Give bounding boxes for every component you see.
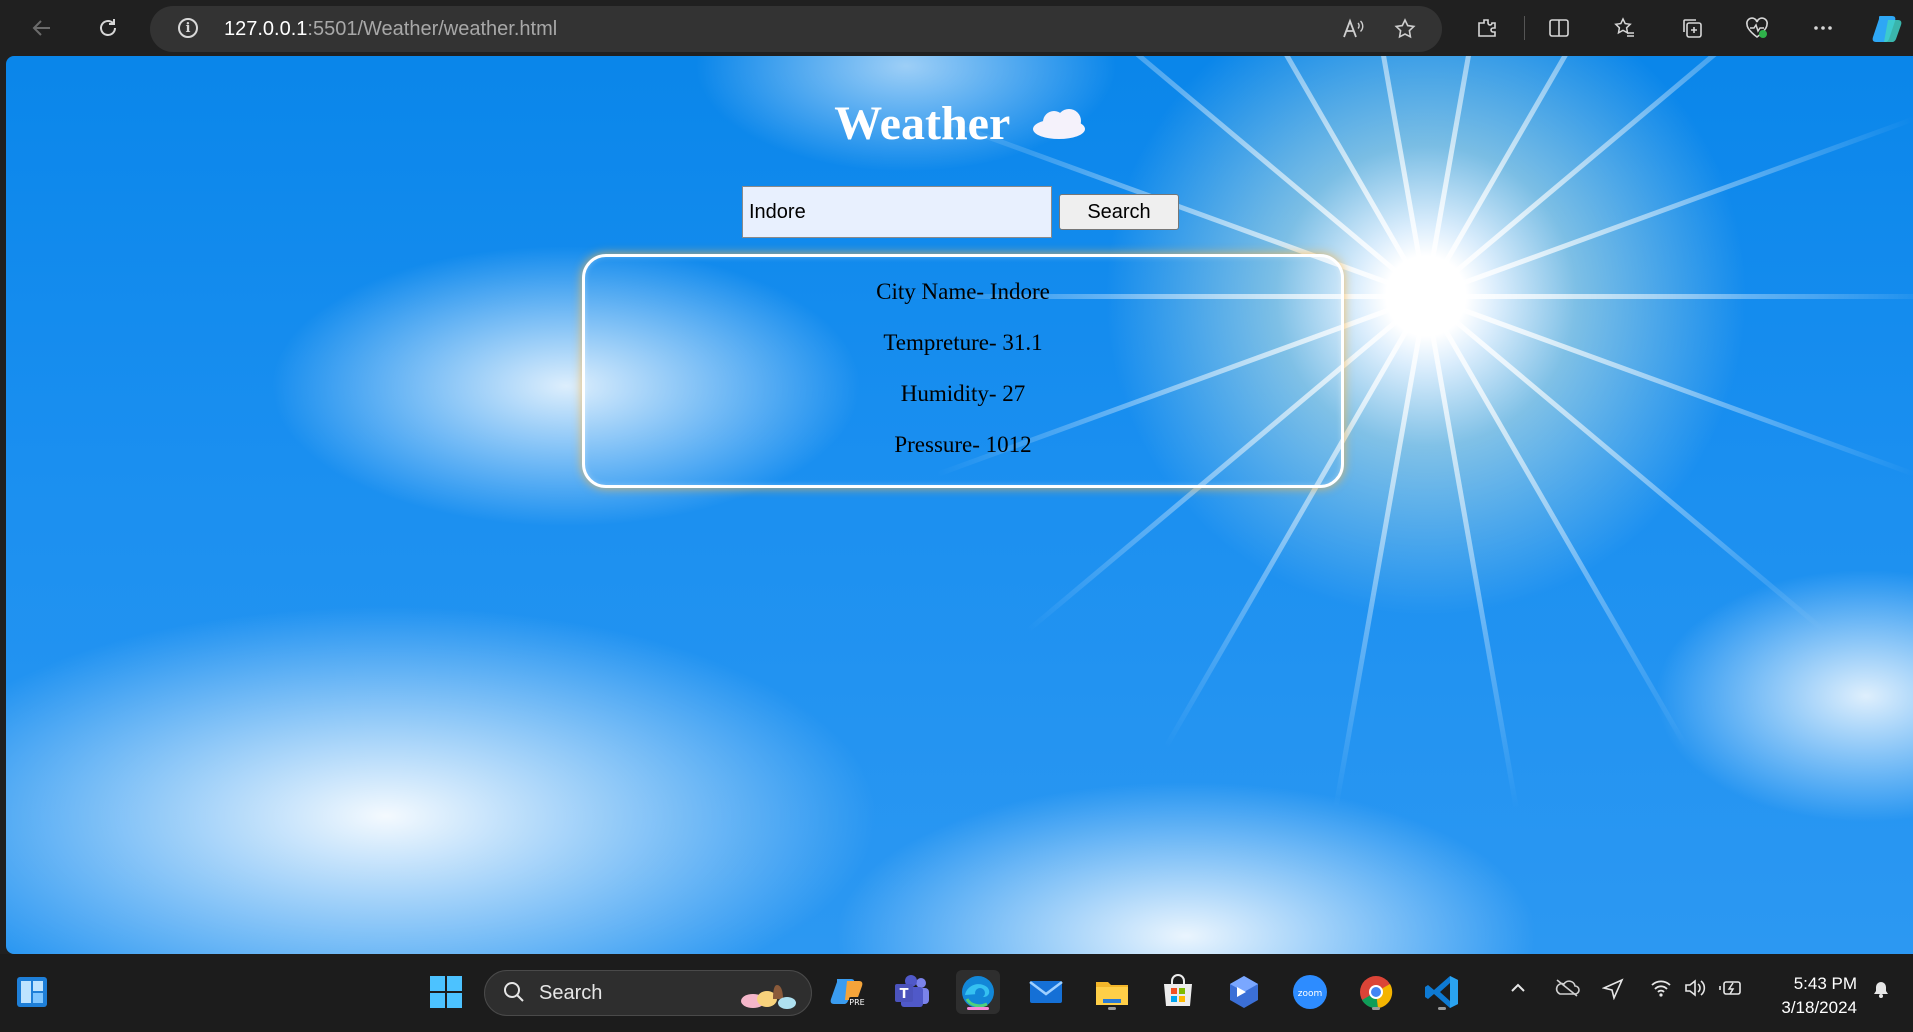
extensions-icon[interactable]	[1472, 13, 1502, 43]
microsoft-store-icon[interactable]	[1156, 970, 1200, 1014]
copilot-icon[interactable]	[1870, 10, 1906, 46]
header: Weather	[6, 96, 1913, 151]
zoom-icon[interactable]: zoom	[1288, 970, 1332, 1014]
address-bar[interactable]: i 127.0.0.1:5501/Weather/weather.html	[150, 6, 1442, 52]
more-menu-icon[interactable]	[1808, 13, 1838, 43]
svg-text:zoom: zoom	[1298, 989, 1323, 999]
start-windows-icon[interactable]	[424, 970, 468, 1014]
page-viewport: Weather Search City Name- Indore Tempret…	[6, 56, 1913, 954]
pressure-text: Pressure- 1012	[894, 432, 1032, 457]
back-arrow-icon[interactable]	[24, 10, 60, 46]
battery-icon[interactable]	[1718, 978, 1744, 1004]
file-explorer-icon[interactable]	[1090, 970, 1134, 1014]
running-indicator	[1438, 1007, 1446, 1010]
taskbar-search-label: Search	[539, 982, 603, 1004]
url-text[interactable]: 127.0.0.1:5501/Weather/weather.html	[224, 18, 557, 41]
favorites-icon[interactable]	[1610, 13, 1640, 43]
browser-toolbar: i 127.0.0.1:5501/Weather/weather.html	[0, 0, 1913, 56]
svg-text:PRE: PRE	[849, 998, 864, 1007]
humidity-text: Humidity- 27	[900, 381, 1026, 406]
url-host: 127.0.0.1	[224, 18, 308, 40]
clock-date: 3/18/2024	[1781, 998, 1857, 1017]
url-path: :5501/Weather/weather.html	[307, 18, 558, 40]
onedrive-cloud-icon[interactable]	[1554, 978, 1580, 1004]
temperature-text: Tempreture- 31.1	[883, 330, 1043, 355]
cloud-icon	[1032, 108, 1085, 139]
clock-time: 5:43 PM	[1793, 974, 1857, 993]
refresh-icon[interactable]	[90, 10, 126, 46]
toolbar-divider	[1524, 16, 1525, 40]
search-button[interactable]: Search	[1059, 194, 1179, 230]
svg-text:T: T	[900, 987, 909, 1002]
notification-bell-icon[interactable]	[1870, 978, 1892, 1006]
system-clock[interactable]: 5:43 PM 3/18/2024	[1781, 972, 1857, 1020]
wifi-icon[interactable]	[1650, 978, 1672, 1004]
weather-result-card: City Name- Indore Tempreture- 31.1 Humid…	[582, 254, 1344, 488]
mail-icon[interactable]	[1024, 970, 1068, 1014]
browser-essentials-icon[interactable]	[1742, 13, 1772, 43]
city-name-text: City Name- Indore	[876, 279, 1050, 304]
favorite-star-icon[interactable]	[1392, 16, 1418, 42]
running-indicator	[1372, 1007, 1380, 1010]
widgets-icon[interactable]	[10, 970, 54, 1014]
location-arrow-icon[interactable]	[1601, 978, 1624, 1006]
page-title: Weather	[834, 97, 1011, 150]
chrome-icon[interactable]	[1354, 970, 1398, 1014]
copilot-app-icon[interactable]: PRE	[826, 970, 870, 1014]
windows-taskbar: Search PRE T zoom 5:43 PM 3/18/2024	[0, 954, 1913, 1032]
vscode-icon[interactable]	[1420, 970, 1464, 1014]
city-search-input[interactable]	[742, 186, 1052, 238]
search-highlight-icon	[733, 977, 803, 1016]
edge-browser-icon[interactable]	[956, 970, 1000, 1014]
power-automate-icon[interactable]	[1222, 970, 1266, 1014]
teams-icon[interactable]: T	[890, 970, 934, 1014]
site-info-icon[interactable]: i	[178, 18, 198, 38]
running-indicator	[1108, 1007, 1116, 1010]
read-aloud-icon[interactable]	[1340, 16, 1366, 42]
volume-icon[interactable]	[1684, 978, 1706, 1004]
search-form: Search	[6, 186, 1913, 240]
search-icon	[503, 981, 525, 1009]
active-indicator	[967, 1007, 989, 1010]
split-screen-icon[interactable]	[1544, 13, 1574, 43]
show-hidden-icons-chevron-icon[interactable]	[1508, 978, 1528, 1004]
taskbar-search-box[interactable]: Search	[484, 970, 812, 1016]
collections-icon[interactable]	[1677, 13, 1707, 43]
